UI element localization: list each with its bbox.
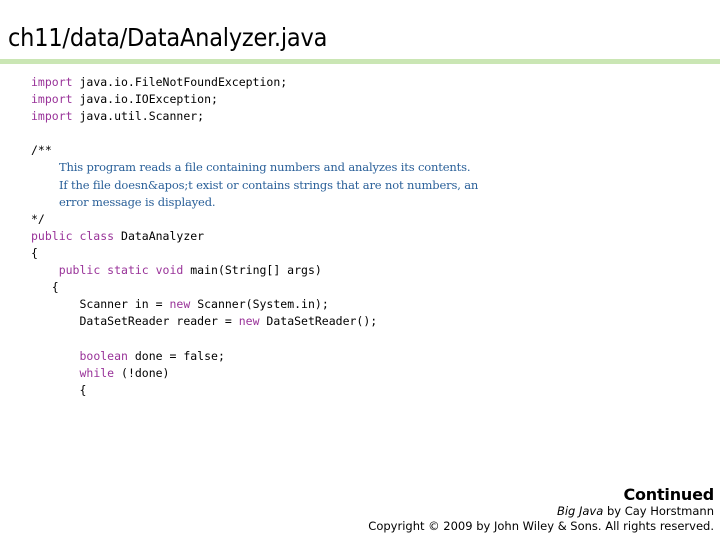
code-line: { xyxy=(31,245,711,262)
continued-label: Continued xyxy=(623,485,714,504)
javadoc-text: error message is displayed. xyxy=(59,194,216,209)
code-listing: import java.io.FileNotFoundException; imp… xyxy=(31,74,711,399)
code-text: DataSetReader(); xyxy=(259,314,378,329)
code-line: */ xyxy=(31,211,711,228)
code-line: boolean done = false; xyxy=(31,348,711,365)
code-line: { xyxy=(31,382,711,399)
code-text: java.io.IOException; xyxy=(72,92,218,107)
code-text: Scanner in = xyxy=(79,297,170,312)
code-text: */ xyxy=(31,211,45,226)
code-text: { xyxy=(51,280,59,295)
code-keyword: import xyxy=(31,75,73,89)
code-text: Scanner(System.in); xyxy=(190,297,329,312)
code-text: /** xyxy=(31,143,52,158)
javadoc-line: This program reads a file containing num… xyxy=(31,159,711,176)
code-keyword: new xyxy=(169,297,191,312)
book-title: Big Java xyxy=(556,504,604,518)
javadoc-indent xyxy=(31,159,59,176)
page-title: ch11/data/DataAnalyzer.java xyxy=(8,23,328,52)
code-keyword: public static void xyxy=(58,263,184,278)
slide-footer: Continued Big Java by Cay Horstmann Copy… xyxy=(368,485,714,534)
code-line: Scanner in = new Scanner(System.in); xyxy=(31,296,711,313)
code-keyword: new xyxy=(238,314,260,329)
code-line: import java.util.Scanner; xyxy=(31,108,711,125)
code-text: DataSetReader reader = xyxy=(79,314,239,329)
code-line: DataSetReader reader = new DataSetReader… xyxy=(31,313,711,330)
slide-header: ch11/data/DataAnalyzer.java xyxy=(0,0,720,64)
code-line: /** xyxy=(31,142,711,159)
code-keyword: import xyxy=(31,109,73,124)
code-keyword: while xyxy=(79,365,115,380)
code-keyword: boolean xyxy=(79,348,128,363)
code-line: while (!done) xyxy=(31,365,711,382)
code-text: main(String[] args) xyxy=(183,263,322,278)
javadoc-indent xyxy=(31,177,59,194)
code-line: import java.io.FileNotFoundException; xyxy=(31,74,711,91)
javadoc-line: If the file doesn&apos;t exist or contai… xyxy=(31,177,711,194)
code-text: java.util.Scanner; xyxy=(72,109,205,124)
javadoc-text: If the file doesn&apos;t exist or contai… xyxy=(59,177,479,192)
book-credit: Big Java by Cay Horstmann xyxy=(368,504,714,519)
javadoc-text: This program reads a file containing num… xyxy=(59,160,471,175)
javadoc-line: error message is displayed. xyxy=(31,194,711,211)
book-byline: by Cay Horstmann xyxy=(603,504,714,518)
javadoc-indent xyxy=(31,194,59,211)
code-text: DataAnalyzer xyxy=(114,228,205,243)
code-text: (!done) xyxy=(114,365,170,380)
code-text: done = false; xyxy=(127,348,225,363)
code-text: { xyxy=(79,382,87,397)
code-keyword: public class xyxy=(31,228,115,243)
title-divider xyxy=(0,59,720,64)
slide: ch11/data/DataAnalyzer.java import java.… xyxy=(0,0,720,540)
code-line: public static void main(String[] args) xyxy=(31,262,711,279)
code-line: { xyxy=(31,279,711,296)
code-text: { xyxy=(31,245,38,260)
copyright-notice: Copyright © 2009 by John Wiley & Sons. A… xyxy=(368,519,714,533)
code-line: import java.io.IOException; xyxy=(31,91,711,108)
code-line: public class DataAnalyzer xyxy=(31,228,711,245)
code-keyword: import xyxy=(31,92,73,107)
code-text: java.io.FileNotFoundException; xyxy=(72,75,288,89)
